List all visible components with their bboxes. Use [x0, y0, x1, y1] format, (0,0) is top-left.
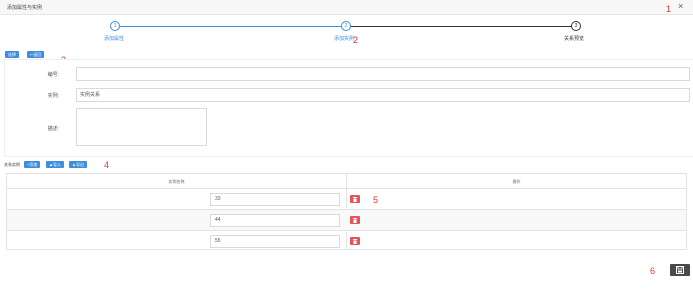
relations-label: 关系实例	[4, 162, 20, 167]
delete-button[interactable]	[350, 195, 360, 203]
step-2-label[interactable]: 添加实例	[334, 35, 354, 42]
step-connector-2	[351, 26, 572, 27]
relations-table: 实例名称 操作 33 44 55	[6, 173, 687, 250]
desc-label: 描述:	[47, 126, 59, 132]
instance-name-input[interactable]: 33	[210, 193, 340, 206]
save-button[interactable]	[670, 264, 690, 276]
import-button[interactable]: ▲导入	[46, 161, 64, 168]
back-button[interactable]: ↩返回	[27, 51, 45, 58]
instance-input[interactable]: 实例关系	[76, 88, 690, 102]
annotation-4: 4	[104, 160, 110, 170]
table-row: 33	[7, 188, 686, 210]
step-3-label[interactable]: 关系预览	[564, 35, 584, 42]
table-row: 55	[7, 230, 686, 252]
annotation-6: 6	[650, 266, 656, 276]
delete-button[interactable]	[350, 216, 360, 224]
instance-name-input[interactable]: 55	[210, 235, 340, 248]
step-2-circle[interactable]: 2	[341, 21, 351, 31]
trash-icon	[353, 238, 357, 244]
annotation-1: 1	[666, 4, 672, 14]
select-button-label: 选择	[8, 52, 16, 57]
annotation-2: 2	[353, 35, 359, 45]
step-3-circle[interactable]: 3	[571, 21, 581, 31]
step-1-label[interactable]: 添加属性	[104, 35, 124, 42]
delete-button[interactable]	[350, 237, 360, 245]
import-button-label: 导入	[52, 162, 61, 167]
instance-label: 实例:	[47, 93, 59, 99]
trash-icon	[353, 196, 357, 202]
step-1-circle[interactable]: 1	[110, 21, 120, 31]
column-header-actions: 操作	[512, 179, 521, 184]
desc-textarea[interactable]	[76, 108, 207, 146]
add-button[interactable]: +添加	[24, 161, 41, 168]
export-button[interactable]: ▲导出	[69, 161, 87, 168]
step-connector-1	[120, 26, 342, 27]
add-button-label: 添加	[29, 162, 38, 167]
column-header-name: 实例名称	[168, 179, 185, 184]
instance-form: 编号: 实例: 实例关系 描述:	[4, 59, 693, 157]
select-button[interactable]: 选择	[5, 51, 19, 58]
code-input[interactable]	[76, 67, 690, 81]
code-label: 编号:	[47, 72, 59, 78]
table-row: 44	[7, 209, 686, 231]
save-icon	[676, 266, 684, 274]
instance-name-input[interactable]: 44	[210, 214, 340, 227]
export-button-label: 导出	[75, 162, 84, 167]
trash-icon	[353, 217, 357, 223]
back-button-label: 返回	[33, 52, 42, 57]
stepper: 1 添加属性 2 添加实例 3 关系预览	[0, 0, 693, 50]
